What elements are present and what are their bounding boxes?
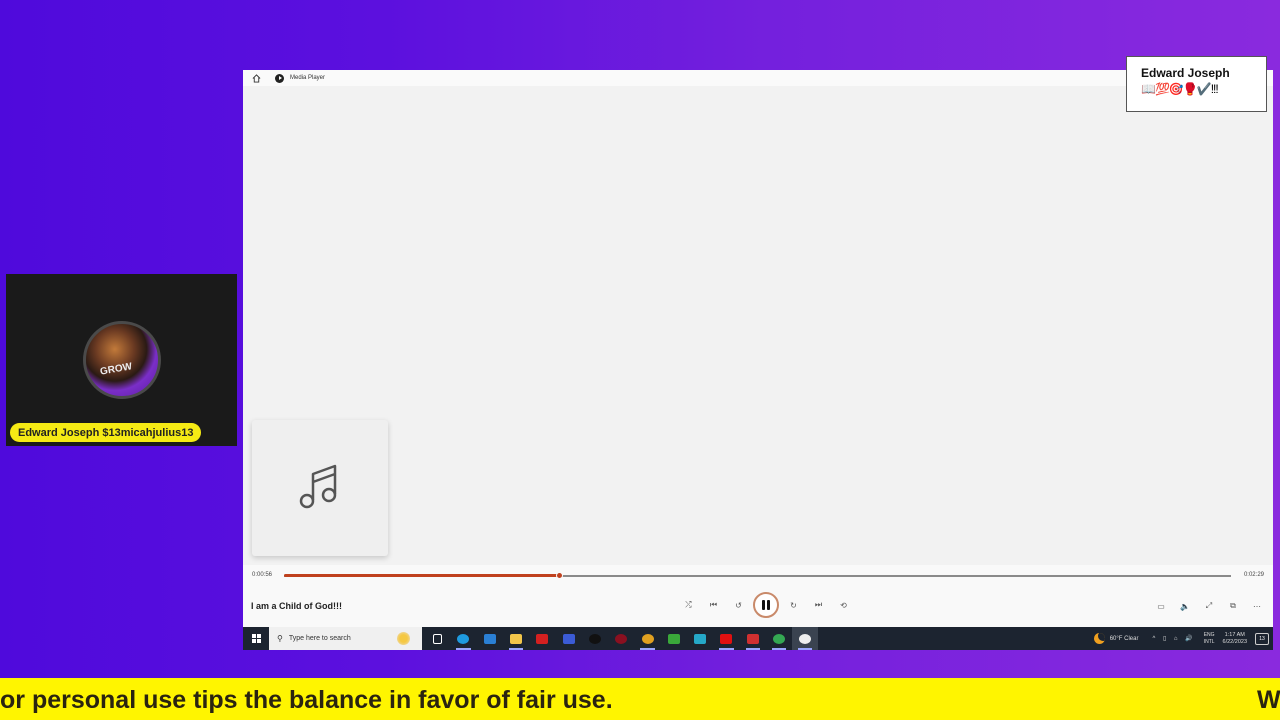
window-title: Media Player bbox=[290, 75, 326, 81]
repeat-off-icon: ⟲ bbox=[840, 600, 847, 610]
song-title: I am a Child of God!!! bbox=[251, 601, 342, 611]
captions-button[interactable]: ▭ bbox=[1149, 595, 1173, 617]
search-icon: ⚲ bbox=[277, 634, 283, 643]
album-art bbox=[252, 420, 388, 556]
youtube-icon bbox=[720, 633, 733, 644]
transport-controls: ⤮ ⏮ ↺ ↻ ⏭ ⟲ bbox=[676, 592, 856, 618]
tiktok-icon bbox=[588, 633, 601, 644]
forward-30-button[interactable]: ↻ bbox=[781, 594, 806, 616]
tray-icons[interactable]: ^ ▯ ⌂ 🔊 bbox=[1152, 635, 1195, 642]
taskbar-app-opera[interactable] bbox=[608, 627, 634, 650]
app-red-2-icon bbox=[746, 633, 759, 644]
taskbar-app-youtube[interactable] bbox=[713, 627, 739, 650]
notification-center-button[interactable]: 13 bbox=[1255, 632, 1269, 645]
previous-button[interactable]: ⏮ bbox=[701, 594, 726, 616]
taskbar: ⚲ Type here to search 60°F Clear ^ ▯ ⌂ 🔊… bbox=[243, 627, 1273, 650]
pause-button[interactable] bbox=[753, 592, 779, 618]
shuffle-button[interactable]: ⤮ bbox=[676, 594, 701, 616]
forward-30-icon: ↻ bbox=[790, 600, 797, 610]
app-teal-icon bbox=[694, 633, 707, 644]
taskbar-app-file-explorer[interactable] bbox=[503, 627, 529, 650]
start-button[interactable] bbox=[243, 627, 269, 650]
taskbar-app-media-player[interactable] bbox=[792, 627, 819, 650]
ticker-next-text: W bbox=[1257, 686, 1280, 714]
taskbar-app-tiktok[interactable] bbox=[582, 627, 608, 650]
taskbar-app-chrome-2[interactable] bbox=[766, 627, 792, 650]
more-icon: ⋯ bbox=[1253, 601, 1261, 611]
edge-icon bbox=[457, 633, 470, 644]
media-player-icon bbox=[799, 633, 812, 644]
notification-count: 13 bbox=[1259, 635, 1265, 642]
facebook-icon bbox=[562, 633, 575, 644]
skip-previous-icon: ⏮ bbox=[709, 600, 718, 609]
more-options-button[interactable]: ⋯ bbox=[1245, 595, 1269, 617]
fullscreen-icon: ⤢ bbox=[1205, 601, 1213, 610]
xbox-icon bbox=[667, 633, 680, 644]
clock[interactable]: 1:17 AM 6/22/2023 bbox=[1223, 632, 1247, 646]
opera-icon bbox=[615, 633, 628, 644]
chrome-icon bbox=[641, 633, 654, 644]
total-time: 0:02:29 bbox=[1243, 572, 1264, 578]
taskbar-app-mail[interactable] bbox=[477, 627, 503, 650]
lang-bottom: INTL bbox=[1203, 638, 1215, 645]
current-time: 0:00:56 bbox=[252, 572, 273, 578]
taskbar-app-app-red-2[interactable] bbox=[740, 627, 766, 650]
pause-icon bbox=[761, 600, 771, 610]
seek-thumb[interactable] bbox=[555, 572, 563, 579]
taskbar-app-xbox[interactable] bbox=[661, 627, 687, 650]
clock-date: 6/22/2023 bbox=[1222, 638, 1247, 645]
weather-text[interactable]: 60°F Clear bbox=[1110, 636, 1139, 642]
home-icon[interactable] bbox=[251, 73, 261, 83]
seek-bar[interactable] bbox=[284, 572, 1231, 579]
app-red-icon bbox=[536, 633, 549, 644]
fullscreen-button[interactable]: ⤢ bbox=[1197, 595, 1221, 617]
taskbar-app-facebook[interactable] bbox=[555, 627, 581, 650]
camera-overlay: Edward Joseph $13micahjulius13 bbox=[6, 274, 237, 446]
avatar bbox=[83, 321, 161, 399]
task-view-icon bbox=[432, 633, 442, 644]
mini-player-icon: ⧉ bbox=[1230, 601, 1236, 610]
taskbar-search[interactable]: ⚲ Type here to search bbox=[269, 627, 422, 650]
windows-icon bbox=[251, 634, 261, 643]
lang-top: ENG bbox=[1203, 631, 1215, 638]
volume-button[interactable]: 🔈 bbox=[1173, 595, 1197, 617]
name-card-overlay: Edward Joseph 📖💯🎯🥊✔️!!! bbox=[1126, 56, 1267, 112]
search-placeholder: Type here to search bbox=[288, 635, 351, 642]
name-card-title: Edward Joseph bbox=[1141, 66, 1230, 80]
rewind-10-icon: ↺ bbox=[735, 600, 742, 610]
shuffle-icon: ⤮ bbox=[685, 600, 692, 609]
taskbar-app-app-teal[interactable] bbox=[687, 627, 713, 650]
taskbar-app-app-red[interactable] bbox=[529, 627, 555, 650]
ticker-text: or personal use tips the balance in favo… bbox=[0, 686, 613, 714]
chrome-2-icon bbox=[773, 633, 785, 644]
captions-icon: ▭ bbox=[1157, 601, 1165, 611]
ticker-banner: or personal use tips the balance in favo… bbox=[0, 678, 1280, 720]
next-button[interactable]: ⏭ bbox=[806, 594, 831, 616]
language-indicator[interactable]: ENG INTL bbox=[1204, 632, 1215, 646]
taskbar-app-task-view[interactable] bbox=[424, 627, 450, 650]
file-explorer-icon bbox=[510, 633, 523, 644]
name-card-emojis: 📖💯🎯🥊✔️!!! bbox=[1141, 82, 1219, 96]
view-controls: ▭ 🔈 ⤢ ⧉ ⋯ bbox=[1149, 595, 1269, 617]
skip-next-icon: ⏭ bbox=[814, 600, 823, 609]
mini-player-button[interactable]: ⧉ bbox=[1221, 595, 1245, 617]
camera-name-label: Edward Joseph $13micahjulius13 bbox=[10, 423, 202, 442]
rewind-10-button[interactable]: ↺ bbox=[726, 594, 751, 616]
taskbar-app-edge[interactable] bbox=[450, 627, 476, 650]
taskbar-apps bbox=[424, 627, 819, 650]
seek-progress bbox=[284, 574, 559, 577]
clock-time: 1:17 AM bbox=[1224, 631, 1245, 638]
title-bar: Media Player bbox=[243, 70, 1273, 86]
media-player-window: Media Player 0:00:56 0:02:29 I am a Chil… bbox=[243, 70, 1273, 650]
volume-icon: 🔈 bbox=[1180, 601, 1190, 611]
music-note-icon bbox=[299, 462, 341, 515]
taskbar-app-chrome[interactable] bbox=[634, 627, 660, 650]
search-highlight-icon bbox=[397, 632, 410, 645]
system-tray: 60°F Clear ^ ▯ ⌂ 🔊 ENG INTL 1:17 AM 6/22… bbox=[1093, 627, 1273, 650]
playback-controls: 0:00:56 0:02:29 I am a Child of God!!! ⤮… bbox=[243, 565, 1273, 627]
repeat-button[interactable]: ⟲ bbox=[831, 594, 856, 616]
mail-icon bbox=[483, 633, 496, 644]
media-player-icon bbox=[275, 73, 284, 83]
weather-icon bbox=[1093, 633, 1105, 644]
